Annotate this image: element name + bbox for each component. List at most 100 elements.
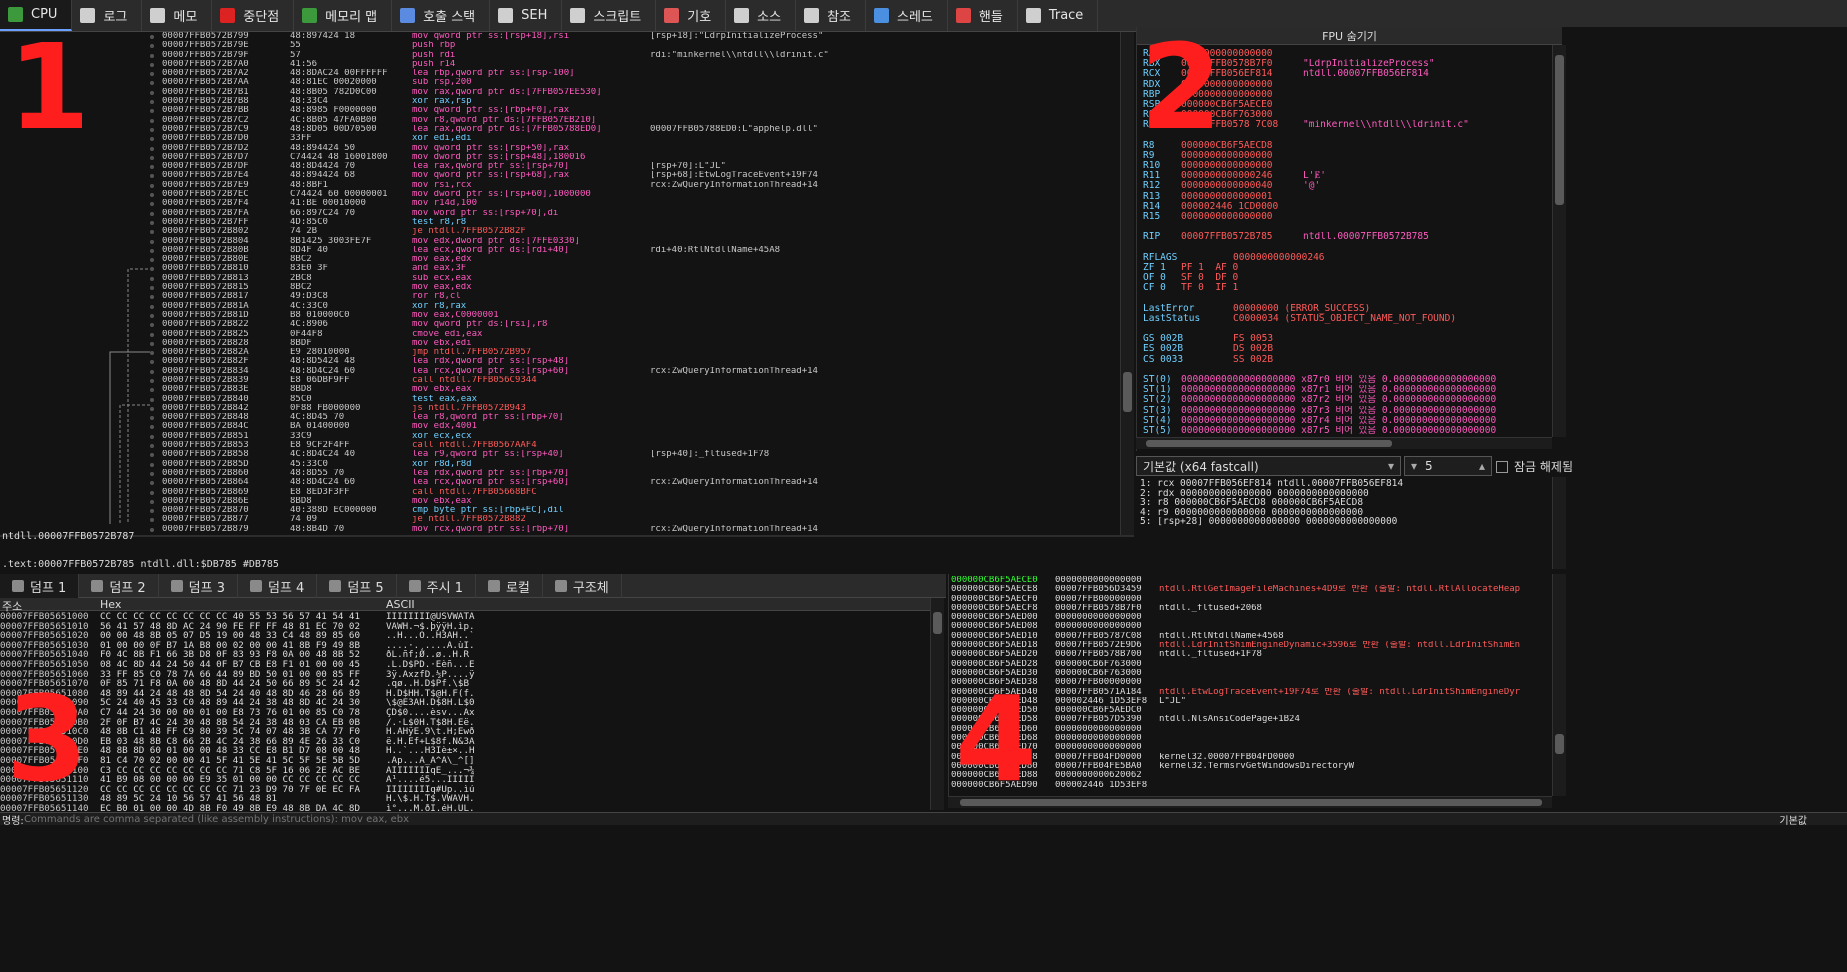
register-row[interactable]: GS 002B FS 0053 [1143, 334, 1553, 344]
disasm-row[interactable]: 00007FFB0572B7A0 41:56 push r14 [150, 60, 1120, 69]
dump-row[interactable]: 00007FFB05651020 00 00 48 8B 05 07 D5 19 … [0, 631, 930, 641]
tab-seh[interactable]: SEH [490, 0, 563, 31]
tab-breakpoint[interactable]: 중단점 [212, 0, 295, 31]
stack-rows[interactable]: 000000CB6F5AECE0 0000000000000000 000000CB… [951, 576, 1552, 790]
stack-row[interactable]: 000000CB6F5AECE8 00007FFB056D3459 ntdll.Rt… [951, 585, 1552, 594]
tab-dump-7[interactable]: 로컬 [476, 574, 543, 598]
register-row[interactable]: ST(2) 00000000000000000000 x87r2 비어 있음 0.… [1143, 395, 1553, 405]
dump-row[interactable]: 00007FFB05651130 48 89 5C 24 10 56 57 41 … [0, 794, 930, 804]
disasm-row[interactable]: 00007FFB0572B7AA 48:81EC 00020000 sub rsp,… [150, 78, 1120, 87]
tab-references[interactable]: 참조 [796, 0, 866, 31]
disasm-row[interactable]: 00007FFB0572B7FF 4D:85C0 test r8,r8 [150, 218, 1120, 227]
disasm-row[interactable]: 00007FFB0572B79E 55 push rbp [150, 41, 1120, 50]
disasm-row[interactable]: 00007FFB0572B7C9 48:8D05 00D70500 lea rax,… [150, 125, 1120, 134]
dump-row[interactable]: 00007FFB05651010 56 41 57 48 8D AC 24 90 … [0, 622, 930, 632]
disasm-row[interactable]: 00007FFB0572B85D 45:33C0 xor r8d,r8d [150, 460, 1120, 469]
argument-count-spinner[interactable]: ▾ 5 ▴ [1404, 456, 1492, 476]
register-row[interactable] [1143, 365, 1553, 375]
dump-row[interactable]: 00007FFB05651060 33 FF 85 C0 78 7A 66 44 … [0, 670, 930, 680]
tab-handles[interactable]: 핸들 [948, 0, 1018, 31]
stack-row[interactable]: 000000CB6F5AED08 0000000000000000 [951, 622, 1552, 631]
disasm-row[interactable]: 00007FFB0572B7B8 48:33C4 xor rax,rsp [150, 97, 1120, 106]
dump-row[interactable]: 00007FFB05651100 C3 CC CC CC CC CC CC CC … [0, 766, 930, 776]
dump-row[interactable]: 00007FFB05651070 0F 85 71 F8 0A 00 48 8D … [0, 679, 930, 689]
stack-row[interactable]: 000000CB6F5AECF8 00007FFB0578B7F0 ntdll._f… [951, 604, 1552, 613]
stack-row[interactable]: 000000CB6F5AED58 00007FFB057D5390 ntdll.Nl… [951, 715, 1552, 724]
register-row[interactable]: ST(3) 00000000000000000000 x87r3 비어 있음 0.… [1143, 406, 1553, 416]
register-row[interactable]: R12 0000000000000040 '@' [1143, 181, 1553, 191]
disasm-row[interactable]: 00007FFB0572B802 74 2B je ntdll.7FFB0572B8… [150, 227, 1120, 236]
stack-row[interactable]: 000000CB6F5AED28 000000CB6F763000 [951, 660, 1552, 669]
dump-row[interactable]: 00007FFB05651140 EC B0 01 00 00 4D 8B F0 … [0, 804, 930, 812]
stack-row[interactable]: 000000CB6F5AED80 00007FFB04FE5BA0 kernel32… [951, 762, 1552, 771]
tab-dump-3[interactable]: 덤프 3 [159, 574, 238, 598]
disasm-row[interactable]: 00007FFB0572B82A E9 28010000 jmp ntdll.7FF… [150, 348, 1120, 357]
dump-row[interactable]: 00007FFB056510C0 48 8B C1 48 FF C9 80 39 … [0, 727, 930, 737]
register-row[interactable]: R11 0000000000000246 L'Ɇ' [1143, 171, 1553, 181]
dump-row[interactable]: 00007FFB056510A0 C7 44 24 30 00 00 01 00 … [0, 708, 930, 718]
dump-row[interactable]: 00007FFB05651000 CC CC CC CC CC CC CC CC … [0, 612, 930, 622]
disasm-row[interactable]: 00007FFB0572B86E 8BD8 mov ebx,eax [150, 497, 1120, 506]
register-row[interactable]: RFLAGS 0000000000000246 [1143, 253, 1553, 263]
argument-row[interactable]: 1: rcx 00007FFB056EF814 ntdll.00007FFB05… [1140, 479, 1550, 489]
disasm-row[interactable]: 00007FFB0572B7E4 48:894424 68 mov qword pt… [150, 171, 1120, 180]
disasm-row[interactable]: 00007FFB0572B825 0F44F8 cmove edi,eax [150, 330, 1120, 339]
register-row[interactable]: ST(0) 00000000000000000000 x87r0 비어 있음 0.… [1143, 375, 1553, 385]
tab-dump-4[interactable]: 덤프 4 [238, 574, 318, 598]
tab-trace[interactable]: Trace [1018, 0, 1099, 31]
disasm-row[interactable]: 00007FFB0572B839 E8 06DBF9FF call ntdll.7F… [150, 376, 1120, 385]
dump-rows[interactable]: 00007FFB05651000 CC CC CC CC CC CC CC CC … [0, 612, 930, 812]
disasm-row[interactable]: 00007FFB0572B851 33C9 xor ecx,ecx [150, 432, 1120, 441]
stack-row[interactable]: 000000CB6F5AED00 0000000000000000 [951, 613, 1552, 622]
dump-row[interactable]: 00007FFB05651090 5C 24 40 45 33 C0 48 89 … [0, 698, 930, 708]
register-row[interactable]: CF 0 TF 0 IF 1 [1143, 283, 1553, 293]
stack-row[interactable]: 000000CB6F5AED10 00007FFB05787C08 ntdll.Rt… [951, 632, 1552, 641]
tab-dump-2[interactable]: 덤프 2 [79, 574, 159, 598]
tab-memory-map[interactable]: 메모리 맵 [294, 0, 393, 31]
dump-scrollbar[interactable] [930, 598, 944, 810]
disasm-row[interactable]: 00007FFB0572B877 74 09 je ntdll.7FFB0572B8… [150, 515, 1120, 524]
stack-row[interactable]: 000000CB6F5AED30 000000CB6F763000 [951, 669, 1552, 678]
register-hscrollbar[interactable] [1136, 437, 1552, 449]
disasm-row[interactable]: 00007FFB0572B7B1 48:8B05 782D0C00 mov rax,… [150, 88, 1120, 97]
dump-row[interactable]: 00007FFB05651040 F0 4C 8B F1 66 3B D8 0F … [0, 650, 930, 660]
register-row[interactable]: R14 000002446 1CD0000 [1143, 202, 1553, 212]
stack-row[interactable]: 000000CB6F5AED18 00007FFB0572E9D6 ntdll.Ld… [951, 641, 1552, 650]
register-row[interactable]: ES 002B DS 002B [1143, 344, 1553, 354]
disasm-row[interactable]: 00007FFB0572B7E9 48:8BF1 mov rsi,rcx rcx:Zw… [150, 181, 1120, 190]
stack-hscrollbar[interactable] [948, 796, 1552, 808]
disasm-row[interactable]: 00007FFB0572B83E 8BD8 mov ebx,eax [150, 385, 1120, 394]
disasm-row[interactable]: 00007FFB0572B870 40:388D EC000000 cmp byte… [150, 506, 1120, 515]
stack-row[interactable]: 000000CB6F5AED50 000000CB6F5AEDC0 [951, 706, 1552, 715]
disasm-row[interactable]: 00007FFB0572B7BB 48:8985 F0000000 mov qwor… [150, 106, 1120, 115]
disasm-row[interactable]: 00007FFB0572B840 85C0 test eax,eax [150, 395, 1120, 404]
register-panel[interactable]: FPU 숨기기 RAX 0000000000000000 RBX 00007FFB05… [1136, 27, 1847, 451]
argument-row[interactable]: 4: r9 0000000000000000 0000000000000000 [1140, 508, 1550, 518]
tab-call-stack[interactable]: 호출 스택 [392, 0, 491, 31]
disasm-row[interactable]: 00007FFB0572B842 0F88 FB000000 js ntdll.7F… [150, 404, 1120, 413]
register-row[interactable]: LastStatus C0000034 (STATUS_OBJECT_NAME_N… [1143, 314, 1553, 324]
argument-row[interactable]: 3: r8 000000CB6F5AECD8 000000CB6F5AECD8 [1140, 498, 1550, 508]
dump-row[interactable]: 00007FFB056510B0 2F 0F B7 4C 24 30 48 8B … [0, 718, 930, 728]
disasm-scrollbar[interactable] [1120, 32, 1134, 535]
disasm-row[interactable]: 00007FFB0572B80B 8D4F 40 lea ecx,qword ptr… [150, 246, 1120, 255]
stack-scrollbar[interactable] [1552, 574, 1566, 796]
lock-checkbox-row[interactable]: 잠금 해제됨 [1496, 458, 1573, 475]
dump-row[interactable]: 00007FFB056510D0 EB 03 48 8B C8 66 2B 4C … [0, 737, 930, 747]
register-row[interactable]: RIP 00007FFB0572B785 ntdll.00007FFB0572B78… [1143, 232, 1553, 242]
disasm-row[interactable]: 00007FFB0572B7FA 66:897C24 70 mov word ptr… [150, 209, 1120, 218]
register-scrollbar[interactable] [1552, 45, 1566, 437]
tab-symbols[interactable]: 기호 [656, 0, 727, 31]
disassembly-lines[interactable]: 00007FFB0572B799 48:897424 18 mov qword pt… [150, 32, 1120, 534]
tab-dump-8[interactable]: 구조체 [543, 574, 622, 598]
disasm-row[interactable]: 00007FFB0572B7D2 48:894424 50 mov qword pt… [150, 144, 1120, 153]
disasm-row[interactable]: 00007FFB0572B853 E8 9CF2F4FF call ntdll.7F… [150, 441, 1120, 450]
disasm-row[interactable]: 00007FFB0572B7D7 C74424 48 16001800 mov dw… [150, 153, 1120, 162]
disasm-row[interactable]: 00007FFB0572B7EC C74424 60 00000001 mov dw… [150, 190, 1120, 199]
dump-row[interactable]: 00007FFB05651030 01 00 00 0F B7 1A B8 00 … [0, 641, 930, 651]
disasm-row[interactable]: 00007FFB0572B822 4C:8906 mov qword ptr ds:… [150, 320, 1120, 329]
disasm-row[interactable]: 00007FFB0572B869 E8 8ED3F3FF call ntdll.7F… [150, 488, 1120, 497]
register-row[interactable]: ST(4) 00000000000000000000 x87r4 비어 있음 0.… [1143, 416, 1553, 426]
register-row[interactable] [1143, 294, 1553, 304]
register-row[interactable]: ZF 1 PF 1 AF 0 [1143, 263, 1553, 273]
